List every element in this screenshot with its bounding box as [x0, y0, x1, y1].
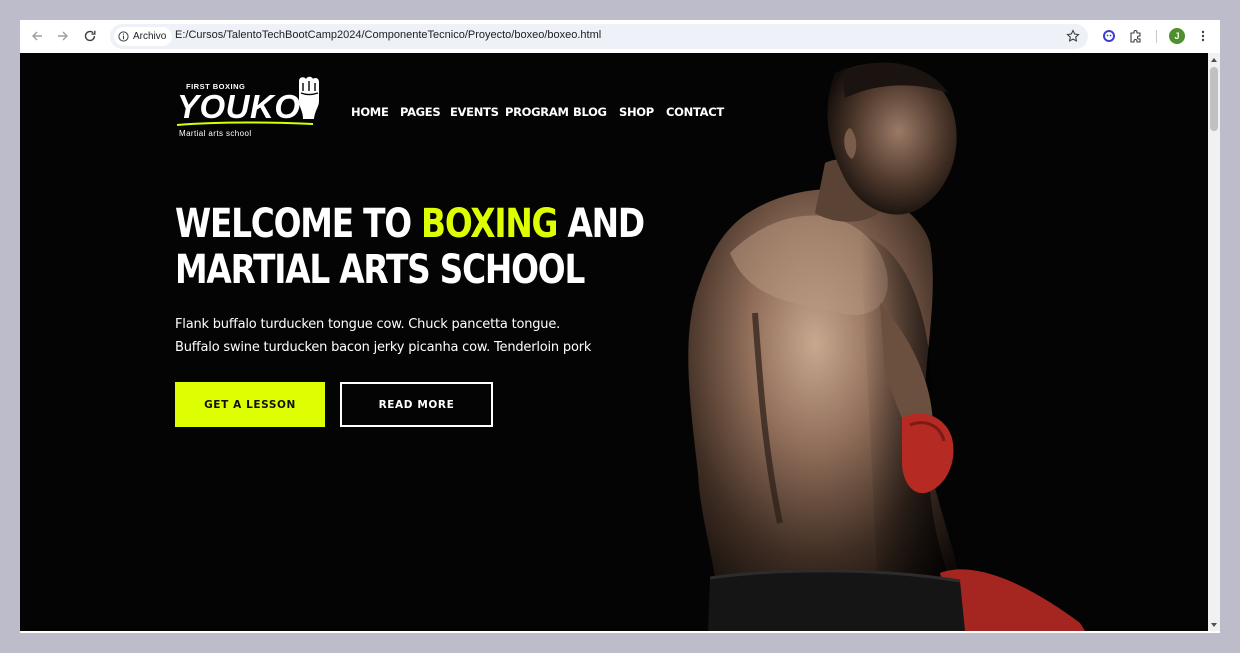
site-info-chip[interactable]: Archivo	[114, 27, 173, 46]
extensions-menu-button[interactable]	[1125, 25, 1147, 47]
hero-title-line2: MARTIAL ARTS SCHOOL	[175, 247, 585, 293]
main-nav: HOME PAGES EVENTS PROGRAM BLOG SHOP CONT…	[351, 101, 736, 120]
logo-subtitle: Martial arts school	[179, 129, 252, 138]
bookmark-star-button[interactable]	[1066, 28, 1080, 47]
read-more-button[interactable]: READ MORE	[340, 382, 493, 427]
hero-title: WELCOME TO BOXING AND MARTIAL ARTS SCHOO…	[175, 201, 645, 293]
forward-icon	[58, 31, 68, 41]
nav-item-pages[interactable]: PAGES	[400, 105, 441, 119]
site-logo[interactable]: FIRST BOXING YOUKO Martial arts school	[175, 75, 325, 139]
nav-item-blog[interactable]: BLOG	[573, 105, 607, 119]
browser-menu-button[interactable]	[1192, 25, 1214, 47]
nav-item-shop[interactable]: SHOP	[619, 105, 654, 119]
page-scrollbar[interactable]	[1208, 53, 1220, 631]
nav-item-program[interactable]: PROGRAM	[505, 105, 569, 119]
boxer-hero-image	[688, 62, 1085, 631]
nav-item-home[interactable]: HOME	[351, 105, 389, 119]
profile-avatar[interactable]: J	[1169, 28, 1185, 44]
back-icon	[32, 31, 42, 41]
fist-icon	[299, 76, 319, 119]
back-button[interactable]	[26, 25, 48, 47]
hero-title-accent: BOXING	[421, 201, 558, 247]
page-viewport: FIRST BOXING YOUKO Martial arts school H…	[20, 53, 1208, 631]
logo-swoosh-icon	[176, 121, 314, 126]
hero-title-part2: AND	[557, 201, 645, 247]
nav-item-events[interactable]: EVENTS	[450, 105, 499, 119]
browser-toolbar: Archivo E:/Cursos/TalentoTechBootCamp202…	[20, 20, 1220, 53]
browser-window: Archivo E:/Cursos/TalentoTechBootCamp202…	[20, 20, 1220, 633]
menu-dots-icon	[1201, 30, 1205, 42]
toolbar-divider	[1156, 30, 1157, 43]
extension-puzzle-icon	[1130, 30, 1141, 43]
address-bar[interactable]: Archivo E:/Cursos/TalentoTechBootCamp202…	[110, 24, 1088, 49]
forward-button[interactable]	[52, 25, 74, 47]
hero-description: Flank buffalo turducken tongue cow. Chuc…	[175, 317, 592, 355]
window-bottom-edge	[20, 631, 1220, 633]
reload-button[interactable]	[79, 25, 101, 47]
star-icon	[1066, 29, 1080, 42]
scroll-down-arrow-icon[interactable]	[1211, 623, 1217, 627]
nav-item-contact[interactable]: CONTACT	[666, 105, 724, 119]
scrollbar-thumb[interactable]	[1210, 67, 1218, 131]
reload-icon	[84, 30, 96, 42]
scroll-up-arrow-icon[interactable]	[1211, 58, 1217, 62]
extension-button[interactable]	[1098, 25, 1120, 47]
extension-face-icon	[1103, 30, 1115, 42]
site-chip-label: Archivo	[133, 31, 167, 42]
url-text[interactable]: E:/Cursos/TalentoTechBootCamp2024/Compon…	[175, 29, 601, 41]
info-icon	[118, 31, 129, 42]
get-a-lesson-button[interactable]: GET A LESSON	[175, 382, 325, 427]
hero-title-part1: WELCOME TO	[175, 201, 422, 247]
